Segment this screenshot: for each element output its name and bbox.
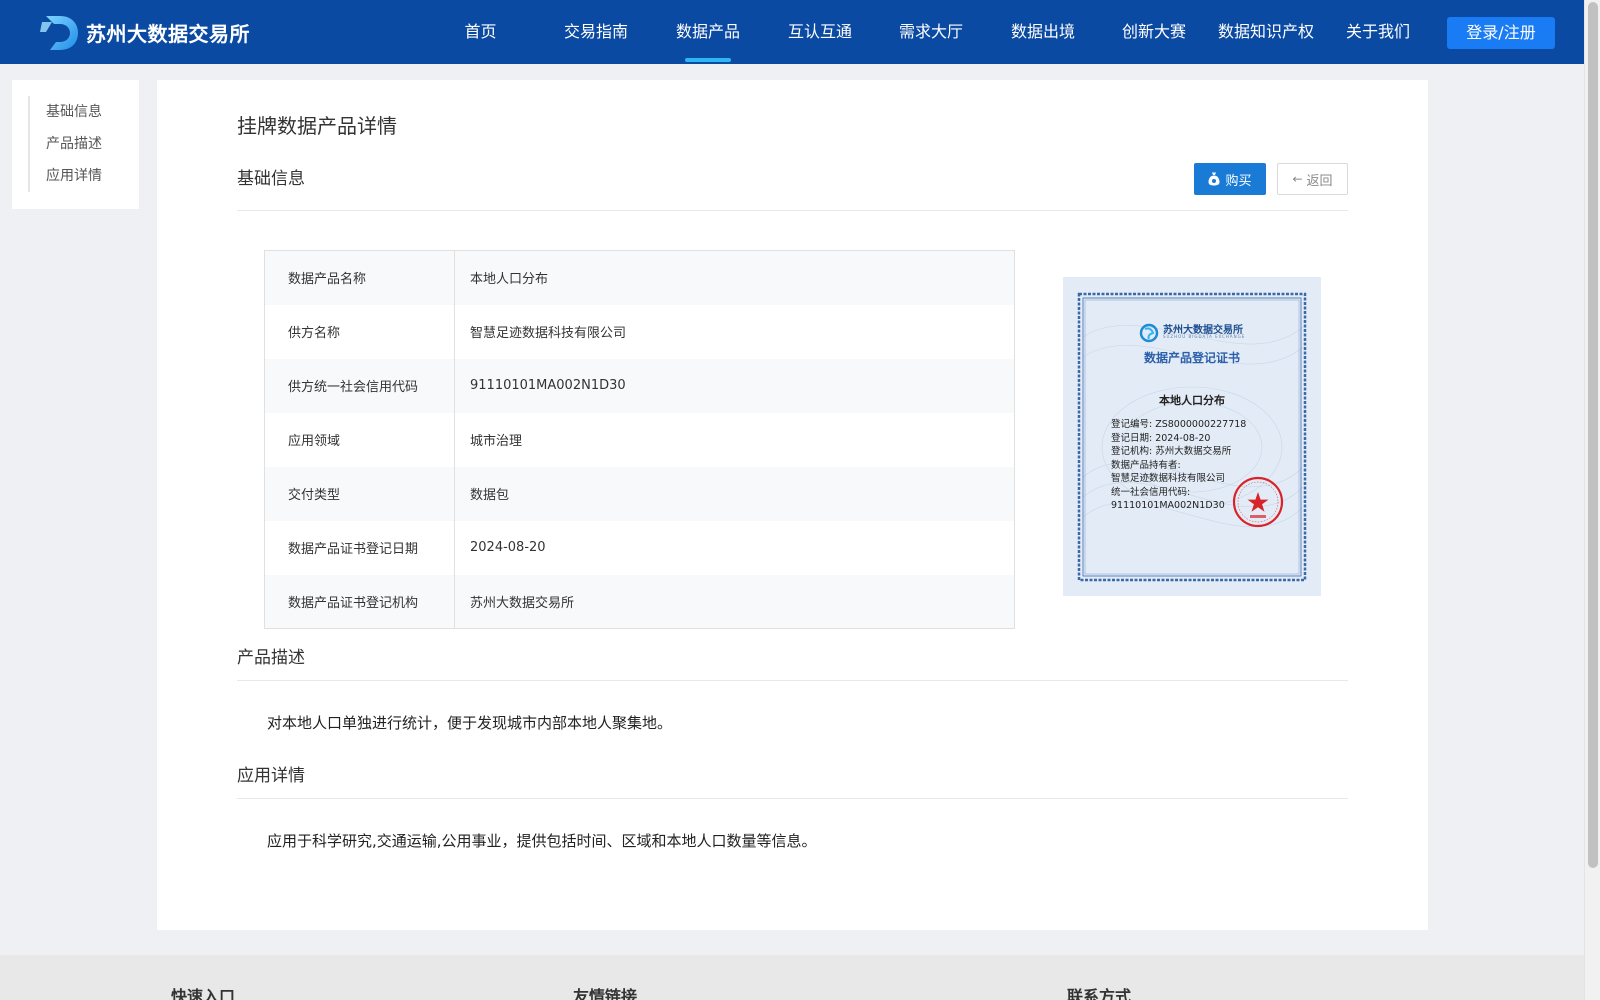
table-row: 数据产品名称 本地人口分布 — [264, 250, 1015, 305]
arrow-left-icon: ← — [1292, 172, 1303, 186]
anchor-item-product-description[interactable]: 产品描述 — [46, 128, 102, 160]
table-cell-value: 本地人口分布 — [454, 250, 1015, 305]
login-register-button[interactable]: 登录/注册 — [1447, 17, 1555, 49]
certificate-line: 登记日期: 2024-08-20 — [1111, 432, 1211, 444]
anchor-list: 基础信息 产品描述 应用详情 — [28, 96, 102, 192]
back-button-label: 返回 — [1306, 173, 1333, 189]
nav-item-data-products[interactable]: 数据产品 — [668, 0, 748, 64]
footer-title-contact: 联系方式 — [1067, 987, 1132, 1000]
table-row: 数据产品证书登记机构 苏州大数据交易所 — [264, 574, 1015, 629]
back-button[interactable]: ← 返回 — [1277, 163, 1348, 195]
table-row: 交付类型 数据包 — [264, 466, 1015, 521]
table-cell-value: 智慧足迹数据科技有限公司 — [454, 304, 1015, 359]
table-cell-value: 数据包 — [454, 466, 1015, 521]
nav-item-home[interactable]: 首页 — [453, 0, 508, 64]
registration-certificate-image[interactable]: 苏州大数据交易所 SUZHOU BIGDATA EXCHANGE 数据产品登记证… — [1063, 277, 1321, 596]
anchor-item-basic-info[interactable]: 基础信息 — [46, 96, 102, 128]
product-detail-card: 挂牌数据产品详情 基础信息 购买 ← 返回 数据产品名称 本地人口分布 供方名称… — [157, 80, 1428, 930]
section-title-product-description: 产品描述 — [237, 648, 305, 668]
table-cell-key: 数据产品证书登记日期 — [264, 520, 455, 575]
buy-button[interactable]: 购买 — [1194, 163, 1266, 195]
table-row: 数据产品证书登记日期 2024-08-20 — [264, 520, 1015, 575]
nav-item-trade-guide[interactable]: 交易指南 — [556, 0, 636, 64]
certificate-product-name: 本地人口分布 — [1159, 394, 1225, 407]
certificate-line: 91110101MA002N1D30 — [1111, 500, 1225, 511]
table-row: 供方统一社会信用代码 91110101MA002N1D30 — [264, 358, 1015, 413]
section-title-application-details: 应用详情 — [237, 766, 305, 786]
nav-item-innovation-contest[interactable]: 创新大赛 — [1114, 0, 1194, 64]
section-title-basic-info: 基础信息 — [237, 169, 305, 189]
certificate-line: 登记机构: 苏州大数据交易所 — [1111, 446, 1232, 457]
certificate-line: 数据产品持有者: — [1111, 459, 1181, 471]
certificate-line: 统一社会信用代码: — [1111, 486, 1191, 498]
anchor-item-application-details[interactable]: 应用详情 — [46, 160, 102, 192]
logo-mark-icon — [40, 16, 78, 50]
section-anchor-nav: 基础信息 产品描述 应用详情 — [12, 80, 139, 209]
table-cell-key: 供方统一社会信用代码 — [264, 358, 455, 413]
nav-item-demand-hall[interactable]: 需求大厅 — [891, 0, 971, 64]
site-logo[interactable]: 苏州大数据交易所 — [40, 12, 250, 52]
table-cell-key: 数据产品名称 — [264, 250, 455, 305]
nav-item-about-us[interactable]: 关于我们 — [1338, 0, 1418, 64]
nav-item-data-ip[interactable]: 数据知识产权 — [1211, 0, 1321, 64]
logo-text: 苏州大数据交易所 — [86, 21, 250, 46]
page-title: 挂牌数据产品详情 — [237, 114, 397, 138]
certificate-title: 数据产品登记证书 — [1143, 351, 1240, 365]
certificate-line: 智慧足迹数据科技有限公司 — [1111, 473, 1226, 484]
site-footer: 快速入口 友情链接 联系方式 — [0, 955, 1584, 1000]
certificate-details: 登记编号: ZS8000000227718 登记日期: 2024-08-20 登… — [1111, 418, 1246, 513]
product-description-text: 对本地人口单独进行统计，便于发现城市内部本地人聚集地。 — [267, 714, 673, 732]
table-row: 应用领域 城市治理 — [264, 412, 1015, 467]
table-cell-key: 供方名称 — [264, 304, 455, 359]
page-scrollbar[interactable] — [1584, 0, 1600, 1000]
certificate-line: 登记编号: ZS8000000227718 — [1111, 419, 1247, 430]
section-divider — [237, 210, 1348, 211]
table-cell-value: 城市治理 — [454, 412, 1015, 467]
certificate-org-name-en: SUZHOU BIGDATA EXCHANGE — [1163, 334, 1246, 339]
table-cell-value: 91110101MA002N1D30 — [454, 358, 1015, 413]
top-header: 苏州大数据交易所 首页 交易指南 数据产品 互认互通 需求大厅 数据出境 创新大… — [0, 0, 1584, 64]
table-cell-key: 应用领域 — [264, 412, 455, 467]
table-cell-value: 2024-08-20 — [454, 520, 1015, 575]
application-details-text: 应用于科学研究,交通运输,公用事业，提供包括时间、区域和本地人口数量等信息。 — [267, 832, 817, 850]
table-cell-key: 数据产品证书登记机构 — [264, 574, 455, 629]
official-seal-icon — [1232, 476, 1284, 528]
table-cell-key: 交付类型 — [264, 466, 455, 521]
footer-title-quick-links: 快速入口 — [171, 987, 236, 1000]
basic-info-table: 数据产品名称 本地人口分布 供方名称 智慧足迹数据科技有限公司 供方统一社会信用… — [264, 250, 1015, 629]
buy-button-label: 购买 — [1225, 173, 1252, 189]
nav-item-mutual-recognition[interactable]: 互认互通 — [780, 0, 860, 64]
table-cell-value: 苏州大数据交易所 — [454, 574, 1015, 629]
footer-title-friendly-links: 友情链接 — [573, 987, 638, 1000]
section-divider — [237, 798, 1348, 799]
section-divider — [237, 680, 1348, 681]
table-row: 供方名称 智慧足迹数据科技有限公司 — [264, 304, 1015, 359]
nav-item-data-export[interactable]: 数据出境 — [1003, 0, 1083, 64]
scrollbar-thumb[interactable] — [1588, 2, 1598, 868]
money-bag-icon — [1208, 172, 1220, 186]
